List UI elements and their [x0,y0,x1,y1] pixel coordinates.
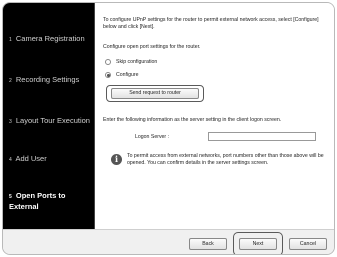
configure-option[interactable]: Configure [105,72,139,79]
step-number: 5 [9,194,12,200]
step-number: 4 [9,157,12,163]
step-add-user: 4 Add User [9,154,93,165]
intro-text: To configure UPnP settings for the route… [103,17,319,30]
wizard-steps-sidebar: 1 Camera Registration 2 Recording Settin… [3,3,95,229]
step-number: 2 [9,78,12,84]
skip-configuration-label: Skip configuration [116,59,158,65]
step-label: Add User [15,154,47,163]
configure-label: Configure [116,72,139,78]
wizard-window: 1 Camera Registration 2 Recording Settin… [2,2,335,255]
configure-radio[interactable] [105,72,111,79]
next-button[interactable]: Next [239,238,277,250]
logon-server-input[interactable] [208,132,316,141]
cancel-button[interactable]: Cancel [289,238,327,250]
step-layout-tour-execution: 3 Layout Tour Execution [9,116,93,127]
wizard-footer: Back Next Cancel [3,229,334,254]
step-label: Recording Settings [15,75,80,84]
logon-server-label: Logon Server : [135,134,170,140]
step-open-ports-to-external: 5 Open Ports to External [9,191,93,211]
step-camera-registration: 1 Camera Registration [9,34,93,45]
open-ports-label: Configure open port settings for the rou… [103,44,201,50]
step-label: Open Ports to External [9,191,66,211]
back-button[interactable]: Back [189,238,227,250]
send-request-button[interactable]: Send request to router [111,88,199,99]
step-number: 1 [9,37,12,43]
step-label: Layout Tour Execution [15,116,90,125]
info-icon: i [111,154,122,165]
step-number: 3 [9,119,12,125]
skip-configuration-option[interactable]: Skip configuration [105,59,157,66]
skip-configuration-radio[interactable] [105,59,111,66]
info-text: To permit access from external networks,… [127,153,324,166]
wizard-content: To configure UPnP settings for the route… [95,3,334,229]
enter-info-text: Enter the following information as the s… [103,117,282,123]
step-label: Camera Registration [15,34,85,43]
step-recording-settings: 2 Recording Settings [9,75,93,86]
